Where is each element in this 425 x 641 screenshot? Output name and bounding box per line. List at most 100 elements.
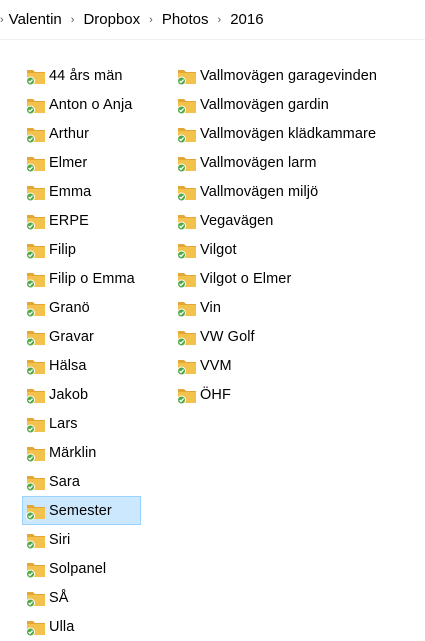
folder-synced-icon <box>177 330 196 346</box>
folder-synced-icon <box>26 359 45 375</box>
folder-label: ÖHF <box>200 386 231 403</box>
folder-label: Siri <box>49 531 71 548</box>
folder-label: Filip o Emma <box>49 270 135 287</box>
folder-synced-icon <box>177 243 196 259</box>
folder-label: Vallmovägen larm <box>200 154 317 171</box>
breadcrumb-item-2016[interactable]: 2016 <box>227 11 266 28</box>
breadcrumb-item-dropbox[interactable]: Dropbox <box>80 11 143 28</box>
folder-label: Emma <box>49 183 92 200</box>
folder-label: Arthur <box>49 125 90 142</box>
folder-label: Hälsa <box>49 357 87 374</box>
folder-item-ulla[interactable]: Ulla <box>22 612 141 641</box>
folder-synced-icon <box>26 185 45 201</box>
folder-item-grano[interactable]: Granö <box>22 293 141 322</box>
folder-label: Anton o Anja <box>49 96 133 113</box>
folder-synced-icon <box>26 69 45 85</box>
folder-item-sa[interactable]: SÅ <box>22 583 141 612</box>
folder-synced-icon <box>26 388 45 404</box>
folder-synced-icon <box>26 446 45 462</box>
folder-item-ohf[interactable]: ÖHF <box>173 380 383 409</box>
folder-label: VVM <box>200 357 232 374</box>
chevron-right-icon[interactable]: › <box>65 14 81 26</box>
folder-synced-icon <box>177 69 196 85</box>
folder-item-filip[interactable]: Filip <box>22 235 141 264</box>
folder-item-sara[interactable]: Sara <box>22 467 141 496</box>
folder-synced-icon <box>26 591 45 607</box>
folder-item-vw-golf[interactable]: VW Golf <box>173 322 383 351</box>
folder-label: Ulla <box>49 618 75 635</box>
folder-synced-icon <box>26 533 45 549</box>
folder-synced-icon <box>26 214 45 230</box>
folder-synced-icon <box>26 156 45 172</box>
folder-label: Filip <box>49 241 77 258</box>
folder-item-filip-o-emma[interactable]: Filip o Emma <box>22 264 141 293</box>
folder-synced-icon <box>177 388 196 404</box>
folder-label: ERPE <box>49 212 89 229</box>
folder-item-anton-o-anja[interactable]: Anton o Anja <box>22 90 141 119</box>
folder-synced-icon <box>26 475 45 491</box>
folder-label: Vallmovägen klädkammare <box>200 125 377 142</box>
folder-item-arthur[interactable]: Arthur <box>22 119 141 148</box>
folder-synced-icon <box>26 272 45 288</box>
breadcrumb: › Valentin › Dropbox › Photos › 2016 <box>0 0 425 40</box>
folder-item-vallmovagen-garagevinden[interactable]: Vallmovägen garagevinden <box>173 61 383 90</box>
folder-synced-icon <box>26 98 45 114</box>
folder-label: Vin <box>200 299 221 316</box>
folder-synced-icon <box>26 301 45 317</box>
folder-synced-icon <box>26 562 45 578</box>
folder-item-marklin[interactable]: Märklin <box>22 438 141 467</box>
folder-item-vallmovagen-kladkammare[interactable]: Vallmovägen klädkammare <box>173 119 383 148</box>
folder-synced-icon <box>26 620 45 636</box>
folder-label: Granö <box>49 299 90 316</box>
folder-label: Vallmovägen gardin <box>200 96 329 113</box>
folder-label: Lars <box>49 415 78 432</box>
folder-label: Jakob <box>49 386 89 403</box>
folder-item-jakob[interactable]: Jakob <box>22 380 141 409</box>
folder-list-column-1: 44 års män Anton o Anja Arthur Elmer Emma ERP… <box>22 61 141 641</box>
folder-synced-icon <box>177 127 196 143</box>
folder-item-erpe[interactable]: ERPE <box>22 206 141 235</box>
folder-item-halsa[interactable]: Hälsa <box>22 351 141 380</box>
folder-label: Semester <box>49 502 112 519</box>
folder-item-vvm[interactable]: VVM <box>173 351 383 380</box>
folder-label: Solpanel <box>49 560 107 577</box>
folder-synced-icon <box>177 185 196 201</box>
folder-label: Gravar <box>49 328 94 345</box>
folder-item-44-ars-man[interactable]: 44 års män <box>22 61 141 90</box>
folder-synced-icon <box>26 417 45 433</box>
folder-synced-icon <box>177 214 196 230</box>
folder-label: Vallmovägen miljö <box>200 183 319 200</box>
breadcrumb-item-valentin[interactable]: Valentin <box>6 11 65 28</box>
folder-item-gravar[interactable]: Gravar <box>22 322 141 351</box>
folder-item-vin[interactable]: Vin <box>173 293 383 322</box>
folder-item-semester[interactable]: Semester <box>22 496 141 525</box>
folder-item-elmer[interactable]: Elmer <box>22 148 141 177</box>
folder-item-emma[interactable]: Emma <box>22 177 141 206</box>
folder-label: Elmer <box>49 154 88 171</box>
folder-synced-icon <box>177 359 196 375</box>
folder-synced-icon <box>177 272 196 288</box>
folder-item-vegavagen[interactable]: Vegavägen <box>173 206 383 235</box>
folder-label: Vallmovägen garagevinden <box>200 67 378 84</box>
chevron-right-icon[interactable]: › <box>143 14 159 26</box>
folder-item-siri[interactable]: Siri <box>22 525 141 554</box>
folder-label: Vegavägen <box>200 212 274 229</box>
folder-label: Vilgot o Elmer <box>200 270 292 287</box>
folder-item-vallmovagen-gardin[interactable]: Vallmovägen gardin <box>173 90 383 119</box>
folder-item-vallmovagen-larm[interactable]: Vallmovägen larm <box>173 148 383 177</box>
folder-synced-icon <box>177 156 196 172</box>
folder-list-column-2: Vallmovägen garagevinden Vallmovägen gard… <box>173 61 383 409</box>
folder-item-vilgot-o-elmer[interactable]: Vilgot o Elmer <box>173 264 383 293</box>
folder-item-solpanel[interactable]: Solpanel <box>22 554 141 583</box>
folder-synced-icon <box>26 330 45 346</box>
chevron-right-icon[interactable]: › <box>212 14 228 26</box>
folder-label: VW Golf <box>200 328 255 345</box>
breadcrumb-item-photos[interactable]: Photos <box>159 11 212 28</box>
folder-label: SÅ <box>49 589 69 606</box>
folder-label: Vilgot <box>200 241 237 258</box>
folder-item-vallmovagen-miljo[interactable]: Vallmovägen miljö <box>173 177 383 206</box>
folder-synced-icon <box>26 504 45 520</box>
folder-item-vilgot[interactable]: Vilgot <box>173 235 383 264</box>
folder-synced-icon <box>177 98 196 114</box>
folder-item-lars[interactable]: Lars <box>22 409 141 438</box>
